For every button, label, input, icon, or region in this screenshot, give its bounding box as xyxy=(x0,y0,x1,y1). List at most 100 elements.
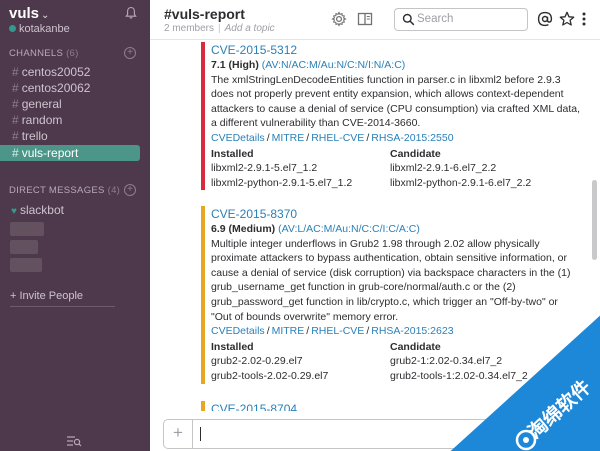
mentions-icon[interactable] xyxy=(537,11,553,27)
channel-label: random xyxy=(21,113,63,127)
channel-label: centos20052 xyxy=(21,65,91,79)
cvss-score: 6.9 (Medium) xyxy=(211,223,276,235)
username: kotakanbe xyxy=(19,23,70,35)
installed-column: Installed grub2-2.02-0.29.el7 grub2-tool… xyxy=(211,340,390,384)
cvss-vector-link[interactable]: (AV:L/AC:M/Au:N/C:C/I:C/A:C) xyxy=(278,223,420,235)
link-rhsa[interactable]: RHSA-2015:2550 xyxy=(371,132,453,144)
cve-description: The xmlStringLenDecodeEntities function … xyxy=(211,73,581,130)
chevron-down-icon[interactable]: ⌄ xyxy=(41,10,49,21)
member-count[interactable]: 2 members xyxy=(164,23,214,34)
dm-label: DIRECT MESSAGES xyxy=(9,185,105,196)
installed-package: grub2-tools-2.02-0.29.el7 xyxy=(211,369,329,382)
link-separator: / xyxy=(306,131,310,144)
sidebar-item-trello[interactable]: # trello xyxy=(0,128,140,144)
filter-search-icon[interactable] xyxy=(66,435,82,447)
channel-title[interactable]: #vuls-report xyxy=(164,6,245,22)
channel-label: vuls-report xyxy=(21,146,79,160)
installed-header: Installed xyxy=(211,340,254,353)
heart-icon: ♥ xyxy=(11,206,17,217)
current-user[interactable]: kotakanbe xyxy=(9,23,70,35)
sidebar-item-centos20062[interactable]: # centos20062 xyxy=(0,80,140,96)
cvss-score: 7.1 (High) xyxy=(211,59,259,71)
hash-icon: # xyxy=(12,113,19,127)
attach-file-button[interactable]: + xyxy=(164,420,193,448)
text-caret xyxy=(200,427,201,441)
cvss-line: 7.1 (High) (AV:N/AC:M/Au:N/C:N/I:N/A:C) xyxy=(211,58,581,73)
candidate-column: Candidate libxml2-2.9.1-6.el7_2.2 libxml… xyxy=(390,147,569,191)
hash-icon: # xyxy=(12,81,19,95)
dm-label: slackbot xyxy=(19,203,64,217)
link-cvedetails[interactable]: CVEDetails xyxy=(211,132,265,144)
link-separator: / xyxy=(266,131,270,144)
add-topic-link[interactable]: Add a topic xyxy=(225,23,275,34)
dm-count: (4) xyxy=(107,185,121,196)
sidebar-item-centos20052[interactable]: # centos20052 xyxy=(0,64,140,80)
bell-icon[interactable] xyxy=(124,6,138,20)
cve-title-link[interactable]: CVE-2015-5312 xyxy=(211,42,581,58)
sidebar: vuls ⌄ kotakanbe CHANNELS (6) + # centos20… xyxy=(0,0,150,451)
direct-messages-header[interactable]: DIRECT MESSAGES (4) xyxy=(9,185,120,196)
channels-label: CHANNELS xyxy=(9,48,64,59)
search-input[interactable]: Search xyxy=(394,8,528,31)
scrollbar[interactable] xyxy=(592,180,597,260)
sidebar-item-general[interactable]: # general xyxy=(0,96,140,112)
installed-package: libxml2-python-2.9.1-5.el7_1.2 xyxy=(211,176,353,189)
channels-count: (6) xyxy=(66,48,79,59)
installed-package: grub2-2.02-0.29.el7 xyxy=(211,355,303,368)
invite-people-button[interactable]: + Invite People xyxy=(10,290,115,307)
link-separator: / xyxy=(366,131,370,144)
channel-label: trello xyxy=(21,129,48,143)
search-icon xyxy=(402,13,415,26)
team-menu[interactable]: vuls ⌄ xyxy=(9,5,49,22)
cve-title-link[interactable]: CVE-2015-8370 xyxy=(211,206,581,222)
link-separator: / xyxy=(306,325,310,338)
candidate-package: libxml2-2.9.1-6.el7_2.2 xyxy=(390,162,497,175)
channel-header: #vuls-report 2 members | Add a topic Searc… xyxy=(150,0,600,40)
redacted-dm[interactable] xyxy=(10,258,42,272)
sidebar-item-vuls-report[interactable]: # vuls-report xyxy=(0,145,140,161)
add-channel-icon[interactable]: + xyxy=(124,47,136,59)
search-placeholder: Search xyxy=(417,13,454,25)
watermark-logo: 淘绵软件 xyxy=(450,315,600,451)
link-mitre[interactable]: MITRE xyxy=(272,132,305,144)
link-rhel-cve[interactable]: RHEL-CVE xyxy=(311,132,364,144)
installed-header: Installed xyxy=(211,147,254,160)
hash-icon: # xyxy=(12,97,19,111)
package-table: Installed libxml2-2.9.1-5.el7_1.2 libxml… xyxy=(211,147,581,191)
sidebar-toggle-icon[interactable] xyxy=(357,11,373,27)
channel-label: centos20062 xyxy=(21,81,91,95)
redacted-dm[interactable] xyxy=(10,222,44,236)
more-options-icon[interactable] xyxy=(580,11,588,27)
redacted-dm[interactable] xyxy=(10,240,38,254)
vuln-attachment: CVE-2015-5312 7.1 (High) (AV:N/AC:M/Au:N… xyxy=(201,42,581,191)
channel-meta: 2 members | Add a topic xyxy=(164,23,275,34)
link-separator: / xyxy=(366,325,370,338)
sidebar-item-random[interactable]: # random xyxy=(0,112,140,128)
channel-label: general xyxy=(21,97,62,111)
link-mitre[interactable]: MITRE xyxy=(272,325,305,337)
installed-package: libxml2-2.9.1-5.el7_1.2 xyxy=(211,162,318,175)
cvss-vector-link[interactable]: (AV:N/AC:M/Au:N/C:N/I:N/A:C) xyxy=(262,59,406,71)
link-rhsa[interactable]: RHSA-2015:2623 xyxy=(371,325,453,337)
candidate-header: Candidate xyxy=(390,147,441,160)
link-cvedetails[interactable]: CVEDetails xyxy=(211,325,265,337)
team-name[interactable]: vuls xyxy=(9,5,39,22)
gear-icon[interactable] xyxy=(331,11,347,27)
invite-label: Invite People xyxy=(19,290,84,302)
channels-header[interactable]: CHANNELS (6) xyxy=(9,48,79,59)
hash-icon: # xyxy=(12,65,19,79)
star-icon[interactable] xyxy=(559,11,575,27)
presence-icon xyxy=(9,25,16,32)
hash-icon: # xyxy=(12,146,19,160)
separator: | xyxy=(218,23,221,34)
link-rhel-cve[interactable]: RHEL-CVE xyxy=(311,325,364,337)
dm-item-slackbot[interactable]: ♥ slackbot xyxy=(11,203,64,217)
add-dm-icon[interactable]: + xyxy=(124,184,136,196)
installed-column: Installed libxml2-2.9.1-5.el7_1.2 libxml… xyxy=(211,147,390,191)
hash-icon: # xyxy=(12,129,19,143)
plus-icon: + xyxy=(10,290,17,302)
cvss-line: 6.9 (Medium) (AV:L/AC:M/Au:N/C:C/I:C/A:C… xyxy=(211,222,581,237)
link-separator: / xyxy=(266,325,270,338)
candidate-package: libxml2-python-2.9.1-6.el7_2.2 xyxy=(390,176,532,189)
reference-links: CVEDetails / MITRE / RHEL-CVE / RHSA-2015:2550 xyxy=(211,131,581,146)
